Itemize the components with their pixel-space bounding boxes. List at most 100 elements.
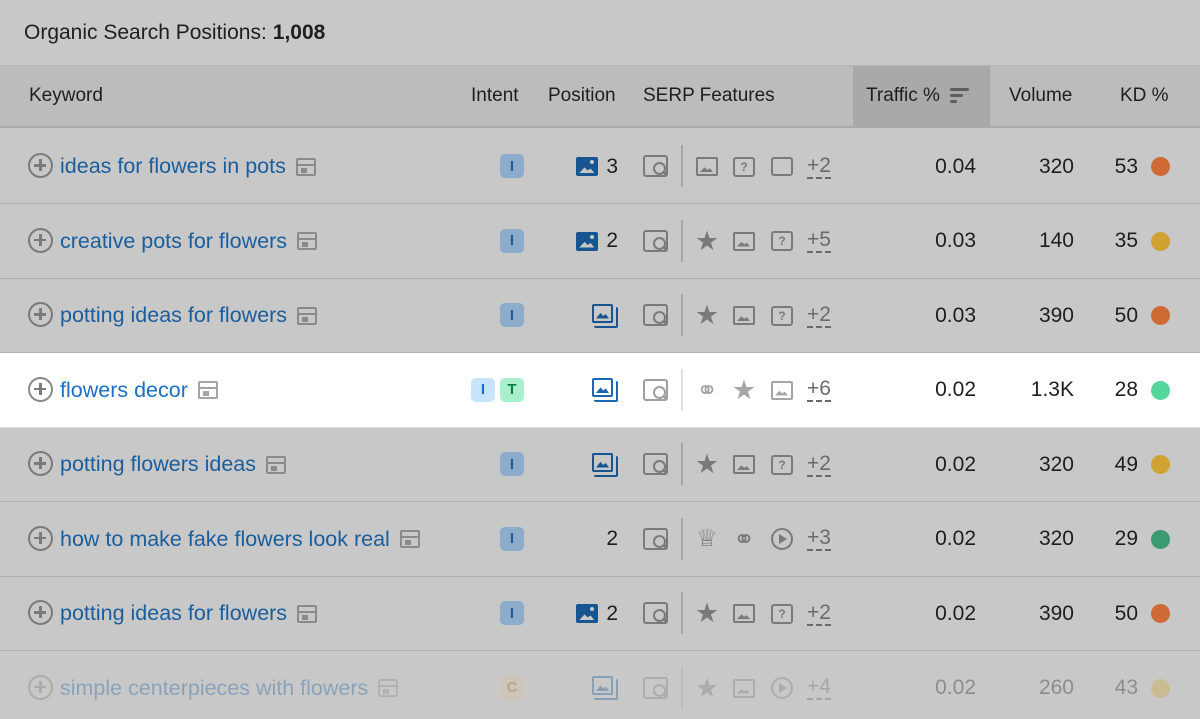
kd-value: 43 <box>1114 676 1138 699</box>
table-header: Keyword Intent Position SERP Features Tr… <box>0 66 1200 128</box>
serp-search-icon[interactable] <box>643 453 668 475</box>
traffic-value: 0.02 <box>935 676 976 699</box>
intent-badge[interactable]: I <box>500 601 524 625</box>
intent-badge[interactable]: I <box>500 452 524 476</box>
keyword-link[interactable]: potting ideas for flowers <box>60 303 287 328</box>
serp-snapshot-icon[interactable] <box>295 157 316 176</box>
serp-divider <box>681 443 683 485</box>
video-icon <box>769 502 795 577</box>
column-intent[interactable]: Intent <box>471 66 519 126</box>
serp-search-icon[interactable] <box>643 304 668 326</box>
add-keyword-icon[interactable] <box>28 302 53 327</box>
image-pack-icon <box>592 303 618 328</box>
intent-badges: IT <box>471 377 524 402</box>
column-keyword[interactable]: Keyword <box>29 66 103 126</box>
add-keyword-icon[interactable] <box>28 674 53 700</box>
more-features-link[interactable]: +4 <box>807 651 831 719</box>
keyword-cell: potting ideas for flowers <box>60 576 318 651</box>
image-icon <box>576 604 599 623</box>
traffic-value: 0.02 <box>935 378 976 401</box>
serp-snapshot-icon[interactable] <box>297 604 318 623</box>
serp-search-icon[interactable] <box>643 527 668 550</box>
add-keyword-icon[interactable] <box>28 376 53 402</box>
more-features-link[interactable]: +6 <box>807 353 831 428</box>
keyword-link[interactable]: potting ideas for flowers <box>60 601 287 626</box>
more-features-link[interactable]: +5 <box>807 204 831 279</box>
intent-badge[interactable]: I <box>500 526 524 551</box>
table-row: creative pots for flowers I 2 ★? +5 0.03 140 35 <box>0 204 1200 279</box>
more-features-link[interactable]: +2 <box>807 427 831 502</box>
serp-search-icon[interactable] <box>643 602 668 624</box>
add-keyword-icon[interactable] <box>28 525 53 551</box>
column-traffic-sorted[interactable]: Traffic % <box>853 66 990 126</box>
serp-divider <box>681 219 683 262</box>
intent-badges: I <box>500 452 524 476</box>
serp-snapshot-icon[interactable] <box>266 455 286 474</box>
traffic-value: 0.02 <box>935 601 976 625</box>
keyword-link[interactable]: potting flowers ideas <box>60 452 256 477</box>
intent-badge[interactable]: C <box>500 675 524 700</box>
image-icon <box>731 651 757 719</box>
more-features-link[interactable]: +2 <box>807 129 831 204</box>
intent-badge[interactable]: I <box>500 303 524 327</box>
column-volume[interactable]: Volume <box>1009 66 1072 126</box>
intent-badges: C <box>500 675 524 700</box>
add-keyword-icon[interactable] <box>28 227 53 253</box>
image-pack-icon <box>592 676 618 700</box>
more-features-count: +4 <box>807 675 831 700</box>
serp-snapshot-icon[interactable] <box>399 530 420 548</box>
traffic-value: 0.02 <box>935 527 976 550</box>
add-keyword-icon[interactable] <box>28 451 53 476</box>
serp-snapshot-icon[interactable] <box>378 679 399 697</box>
column-serp-features[interactable]: SERP Features <box>643 66 775 126</box>
positions-title-label: Organic Search Positions: <box>24 20 267 44</box>
column-position[interactable]: Position <box>548 66 616 126</box>
position-cell: 3 <box>576 129 618 204</box>
table-row: simple centerpieces with flowers C ★ +4 0.02… <box>0 651 1200 719</box>
kd-difficulty-dot <box>1151 157 1170 176</box>
serp-search-icon[interactable] <box>643 229 668 252</box>
star-icon: ★ <box>694 598 720 628</box>
serp-divider <box>681 517 683 560</box>
intent-badges: I <box>500 303 524 327</box>
more-features-count: +5 <box>807 228 831 253</box>
keyword-link[interactable]: ideas for flowers in pots <box>60 154 286 179</box>
add-keyword-icon[interactable] <box>28 600 53 625</box>
table-row: potting flowers ideas I ★? +2 0.02 320 49 <box>0 427 1200 502</box>
intent-badge[interactable]: T <box>500 377 524 402</box>
serp-snapshot-icon[interactable] <box>197 381 218 399</box>
crown-icon: ♕ <box>696 525 718 552</box>
serp-search-icon[interactable] <box>643 378 668 401</box>
intent-badges: I <box>500 154 524 178</box>
more-features-link[interactable]: +3 <box>807 502 831 577</box>
serp-search-icon[interactable] <box>643 676 668 699</box>
intent-badge[interactable]: I <box>471 377 495 402</box>
more-features-count: +6 <box>807 377 831 402</box>
intent-badge[interactable]: I <box>500 228 524 253</box>
image-pack-icon <box>592 452 618 477</box>
traffic-value: 0.04 <box>935 154 976 178</box>
serp-search-icon[interactable] <box>643 155 668 177</box>
kd-value: 28 <box>1114 378 1138 401</box>
position-value: 2 <box>606 527 618 550</box>
keyword-link[interactable]: how to make fake flowers look real <box>60 527 390 552</box>
keyword-link[interactable]: flowers decor <box>60 378 188 403</box>
kd-value: 35 <box>1114 229 1138 252</box>
serp-snapshot-icon[interactable] <box>297 306 318 325</box>
keyword-link[interactable]: simple centerpieces with flowers <box>60 676 368 701</box>
star-icon: ★ <box>694 225 720 256</box>
intent-badge[interactable]: I <box>500 154 524 178</box>
keyword-cell: flowers decor <box>60 353 218 428</box>
keyword-link[interactable]: creative pots for flowers <box>60 229 287 254</box>
more-features-link[interactable]: +2 <box>807 576 831 651</box>
add-keyword-icon[interactable] <box>28 153 53 178</box>
kd-value: 53 <box>1114 154 1138 178</box>
column-kd[interactable]: KD % <box>1120 66 1169 126</box>
more-features-link[interactable]: +2 <box>807 278 831 353</box>
column-traffic-label: Traffic % <box>866 85 940 106</box>
serp-snapshot-icon[interactable] <box>297 232 318 250</box>
sort-descending-icon[interactable] <box>949 88 970 104</box>
volume-value: 390 <box>1038 601 1074 625</box>
traffic-value: 0.02 <box>935 452 976 476</box>
position-cell: 2 <box>576 204 618 279</box>
